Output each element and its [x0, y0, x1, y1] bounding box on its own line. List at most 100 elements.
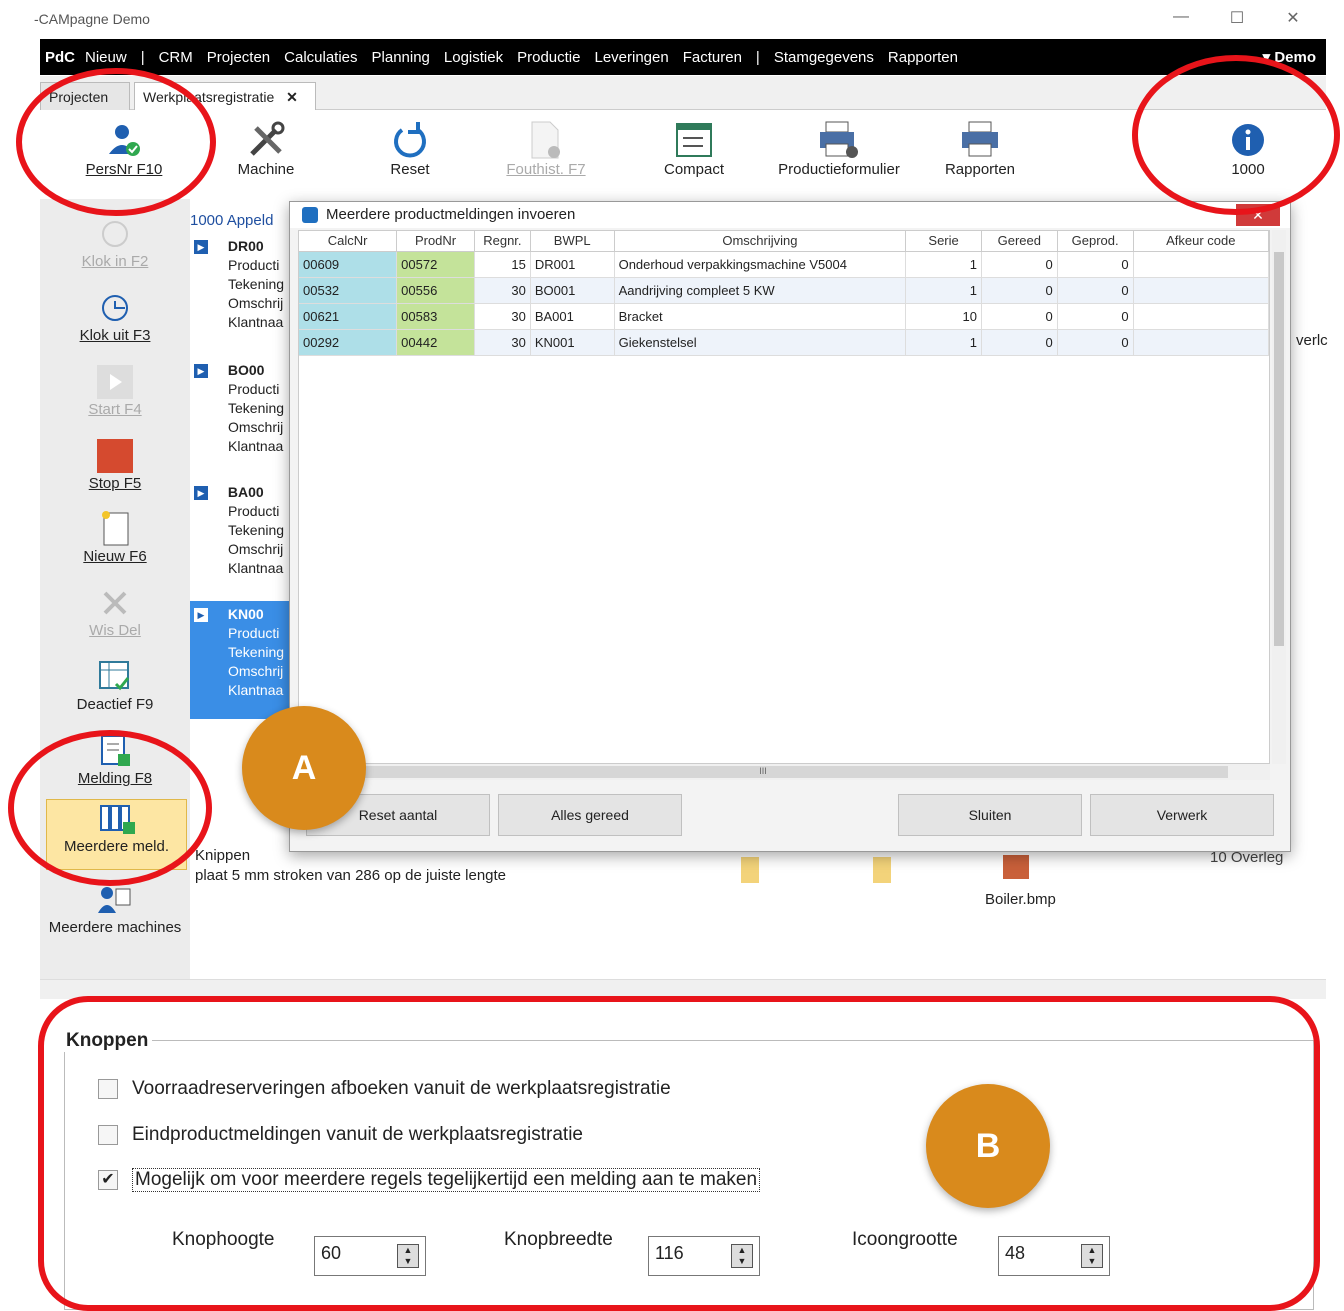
cell-prodnr[interactable]: 00442: [396, 329, 475, 356]
menu-facturen[interactable]: Facturen: [683, 49, 742, 66]
table-row[interactable]: 00621 00583 30 BA001 Bracket 10 0 0: [299, 303, 1270, 330]
compact-button[interactable]: Compact: [644, 119, 744, 178]
klok-in-button[interactable]: Klok in F2: [40, 215, 190, 270]
cell-prodnr[interactable]: 00572: [396, 251, 475, 278]
alles-gereed-button[interactable]: Alles gereed: [498, 794, 682, 836]
cell-omschrijving[interactable]: Onderhoud verpakkingsmachine V5004: [614, 251, 907, 278]
productieformulier-button[interactable]: Productieformulier: [764, 119, 914, 178]
cell-calcnr[interactable]: 00609: [299, 251, 398, 278]
menu-stamgegevens[interactable]: Stamgegevens: [774, 49, 874, 66]
cell-geprod[interactable]: 0: [1057, 251, 1134, 278]
menu-logistiek[interactable]: Logistiek: [444, 49, 503, 66]
cell-omschrijving[interactable]: Aandrijving compleet 5 KW: [614, 277, 907, 304]
cell-calcnr[interactable]: 00621: [299, 303, 398, 330]
nieuw-button[interactable]: Nieuw F6: [40, 510, 190, 565]
expand-icon[interactable]: ▶: [194, 486, 208, 501]
cell-serie[interactable]: 10: [905, 303, 982, 330]
meerdere-machines-button[interactable]: Meerdere machines: [40, 881, 190, 936]
reset-button[interactable]: Reset: [362, 119, 458, 178]
cell-calcnr[interactable]: 00292: [299, 329, 398, 356]
cell-bwpl[interactable]: BA001: [530, 303, 615, 330]
cell-bwpl[interactable]: BO001: [530, 277, 615, 304]
fouthist-button[interactable]: Fouthist. F7: [498, 119, 594, 178]
file-name[interactable]: Boiler.bmp: [985, 891, 1056, 908]
vertical-scrollbar[interactable]: [1272, 230, 1286, 764]
cell-bwpl[interactable]: DR001: [530, 251, 615, 278]
meerdere-productmeldingen-dialog: Meerdere productmeldingen invoeren ✕ Cal…: [289, 201, 1291, 852]
menu-crm[interactable]: CRM: [159, 49, 193, 66]
cell-afkeur[interactable]: [1133, 251, 1270, 278]
cell-gereed[interactable]: 0: [981, 277, 1058, 304]
cell-geprod[interactable]: 0: [1057, 277, 1134, 304]
expand-icon[interactable]: ▶: [194, 364, 208, 379]
menu-nieuw[interactable]: Nieuw: [85, 49, 127, 66]
sluiten-button[interactable]: Sluiten: [898, 794, 1082, 836]
start-button[interactable]: Start F4: [40, 363, 190, 418]
cell-afkeur[interactable]: [1133, 303, 1270, 330]
col-calcnr[interactable]: CalcNr: [299, 231, 398, 252]
cell-afkeur[interactable]: [1133, 329, 1270, 356]
list-item-code: BO00: [227, 362, 265, 378]
cell-regnr[interactable]: 15: [474, 251, 531, 278]
col-afkeur-code[interactable]: Afkeur code: [1133, 231, 1270, 252]
list-item[interactable]: ▶ BA00 Producti Tekening Omschrij Klantn…: [190, 483, 290, 601]
col-prodnr[interactable]: ProdNr: [396, 231, 475, 252]
menu-planning[interactable]: Planning: [372, 49, 430, 66]
menu-productie[interactable]: Productie: [517, 49, 580, 66]
folder-icon[interactable]: [741, 857, 759, 883]
col-omschrijving[interactable]: Omschrijving: [614, 231, 907, 252]
cell-gereed[interactable]: 0: [981, 251, 1058, 278]
cell-gereed[interactable]: 0: [981, 329, 1058, 356]
machine-button[interactable]: Machine: [218, 119, 314, 178]
stop-button[interactable]: Stop F5: [40, 437, 190, 492]
cell-calcnr[interactable]: 00532: [299, 277, 398, 304]
cell-regnr[interactable]: 30: [474, 303, 531, 330]
cell-afkeur[interactable]: [1133, 277, 1270, 304]
cell-prodnr[interactable]: 00556: [396, 277, 475, 304]
close-window-button[interactable]: ✕: [1278, 8, 1308, 28]
tab-close-icon[interactable]: ✕: [286, 89, 298, 105]
verwerk-button[interactable]: Verwerk: [1090, 794, 1274, 836]
menu-pdc[interactable]: PdC: [45, 49, 75, 66]
col-geprod[interactable]: Geprod.: [1057, 231, 1134, 252]
cell-prodnr[interactable]: 00583: [396, 303, 475, 330]
scroll-thumb[interactable]: [1274, 252, 1284, 646]
cell-serie[interactable]: 1: [905, 277, 982, 304]
cell-bwpl[interactable]: KN001: [530, 329, 615, 356]
expand-icon[interactable]: ▶: [194, 240, 208, 255]
cell-gereed[interactable]: 0: [981, 303, 1058, 330]
wis-del-button[interactable]: Wis Del: [40, 584, 190, 639]
table-row[interactable]: 00609 00572 15 DR001 Onderhoud verpakkin…: [299, 251, 1270, 278]
col-bwpl[interactable]: BWPL: [530, 231, 615, 252]
minimize-button[interactable]: —: [1166, 8, 1196, 26]
cell-serie[interactable]: 1: [905, 329, 982, 356]
rapporten-button[interactable]: Rapporten: [932, 119, 1028, 178]
table-row[interactable]: 00292 00442 30 KN001 Giekenstelsel 1 0 0: [299, 329, 1270, 356]
col-regnr[interactable]: Regnr.: [474, 231, 531, 252]
cell-geprod[interactable]: 0: [1057, 329, 1134, 356]
cell-omschrijving[interactable]: Bracket: [614, 303, 907, 330]
list-item[interactable]: ▶ BO00 Producti Tekening Omschrij Klantn…: [190, 361, 290, 479]
folder-icon[interactable]: [873, 857, 891, 883]
cell-serie[interactable]: 1: [905, 251, 982, 278]
cell-geprod[interactable]: 0: [1057, 303, 1134, 330]
list-item[interactable]: ▶ DR00 Producti Tekening Omschrij Klantn…: [190, 237, 290, 355]
cell-omschrijving[interactable]: Giekenstelsel: [614, 329, 907, 356]
cell-regnr[interactable]: 30: [474, 277, 531, 304]
menu-projecten[interactable]: Projecten: [207, 49, 270, 66]
horizontal-scrollbar[interactable]: III: [298, 764, 1270, 780]
menu-rapporten[interactable]: Rapporten: [888, 49, 958, 66]
deactief-button[interactable]: Deactief F9: [40, 658, 190, 713]
maximize-button[interactable]: ☐: [1222, 8, 1252, 28]
scroll-thumb[interactable]: III: [298, 766, 1228, 778]
menu-leveringen[interactable]: Leveringen: [594, 49, 668, 66]
col-serie[interactable]: Serie: [905, 231, 982, 252]
list-item-selected[interactable]: ▶ KN00 Producti Tekening Omschrij Klantn…: [190, 601, 290, 719]
table-row[interactable]: 00532 00556 30 BO001 Aandrijving complee…: [299, 277, 1270, 304]
cell-regnr[interactable]: 30: [474, 329, 531, 356]
menu-calculaties[interactable]: Calculaties: [284, 49, 357, 66]
col-gereed[interactable]: Gereed: [981, 231, 1058, 252]
expand-icon[interactable]: ▶: [194, 608, 208, 623]
image-file-icon[interactable]: [1003, 855, 1029, 879]
klok-uit-button[interactable]: Klok uit F3: [40, 289, 190, 344]
